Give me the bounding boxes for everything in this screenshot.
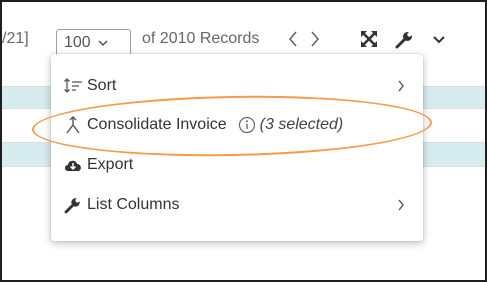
page-size-select[interactable]: 100 [56, 29, 131, 57]
wrench-icon [64, 198, 80, 214]
record-range-text: /21] [2, 30, 29, 47]
wrench-icon[interactable] [394, 30, 414, 50]
cloud-download-icon [65, 160, 81, 171]
menu-item-label: Export [87, 156, 134, 173]
chevron-down-icon [98, 40, 108, 47]
chevron-right-icon [398, 199, 404, 211]
page-size-value: 100 [64, 34, 91, 51]
next-page-icon[interactable] [306, 26, 324, 52]
chevron-right-icon [398, 80, 404, 92]
chevron-down-icon[interactable] [432, 34, 446, 46]
sort-icon [64, 78, 82, 93]
app-frame: /21] 100 of 2010 Records Sort Consolidat… [0, 0, 487, 282]
menu-item-label: List Columns [87, 196, 180, 213]
menu-item-list-columns[interactable]: List Columns [51, 188, 423, 222]
previous-page-icon[interactable] [284, 26, 302, 52]
fullscreen-icon[interactable] [360, 30, 378, 48]
records-count: of 2010 Records [142, 30, 260, 47]
menu-item-label: Sort [87, 77, 117, 94]
